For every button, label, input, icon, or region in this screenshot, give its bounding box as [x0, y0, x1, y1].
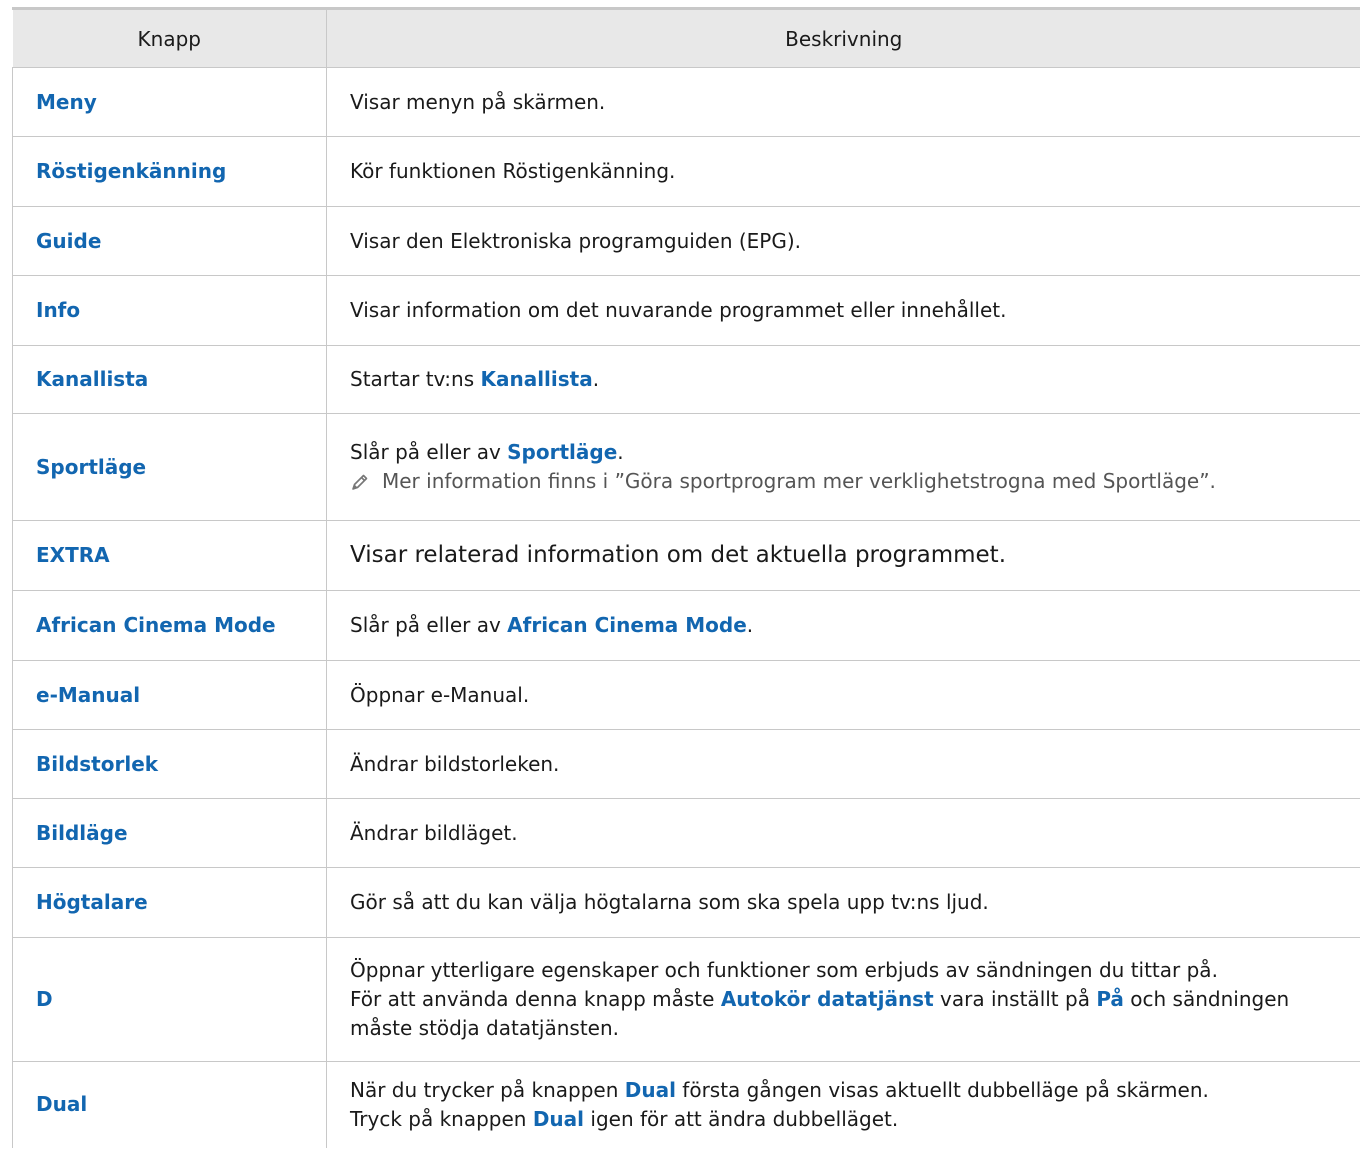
- row-desc: Gör så att du kan välja högtalarna som s…: [326, 867, 1360, 938]
- desc-line: Öppnar ytterligare egenskaper och funkti…: [350, 958, 1218, 982]
- row-key-info: Info: [12, 275, 327, 346]
- row-desc: Slår på eller av Sportläge. Mer informat…: [326, 413, 1360, 521]
- desc-line: För att använda denna knapp måste Autokö…: [350, 985, 1360, 1014]
- table-row: Guide Visar den Elektroniska programguid…: [12, 206, 1360, 276]
- row-key-guide: Guide: [12, 206, 327, 276]
- page: Knapp Beskrivning Meny Visar menyn på sk…: [0, 0, 1360, 1158]
- table-row: Kanallista Startar tv:ns Kanallista.: [12, 345, 1360, 414]
- desc-keyword: Dual: [624, 1077, 676, 1102]
- pencil-icon: [352, 474, 368, 490]
- table-row: Info Visar information om det nuvarande …: [12, 275, 1360, 346]
- row-desc: Kör funktionen Röstigenkänning.: [326, 136, 1360, 207]
- desc-text: och sändningen: [1123, 987, 1290, 1011]
- row-key-rostigenkanning: Röstigenkänning: [12, 136, 327, 207]
- row-desc: Ändrar bildstorleken.: [326, 729, 1360, 799]
- row-desc: Startar tv:ns Kanallista.: [326, 345, 1360, 414]
- row-key-bildlage: Bildläge: [12, 798, 327, 868]
- desc-line: När du trycker på knappen Dual första gå…: [350, 1076, 1360, 1105]
- desc-text: .: [617, 440, 624, 464]
- row-desc: Visar den Elektroniska programguiden (EP…: [326, 206, 1360, 276]
- desc-text: Tryck på knappen: [350, 1106, 533, 1131]
- desc-text: första gången visas aktuellt dubbelläge …: [675, 1077, 1209, 1102]
- table-row: Högtalare Gör så att du kan välja högtal…: [12, 867, 1360, 938]
- row-key-extra: EXTRA: [12, 520, 327, 591]
- table-header-row: Knapp Beskrivning: [12, 10, 1360, 68]
- button-description-table: Knapp Beskrivning Meny Visar menyn på sk…: [12, 10, 1360, 1148]
- desc-keyword: På: [1096, 987, 1124, 1011]
- row-desc: Visar menyn på skärmen.: [326, 67, 1360, 137]
- header-knapp: Knapp: [12, 10, 327, 68]
- row-desc: Öppnar ytterligare egenskaper och funkti…: [326, 937, 1360, 1062]
- row-desc: Visar information om det nuvarande progr…: [326, 275, 1360, 346]
- desc-text: igen för att ändra dubbelläget.: [584, 1106, 899, 1131]
- table-row: Bildstorlek Ändrar bildstorleken.: [12, 729, 1360, 799]
- row-key-sportlage: Sportläge: [12, 413, 327, 521]
- desc-keyword: African Cinema Mode: [507, 613, 747, 637]
- row-key-meny: Meny: [12, 67, 327, 137]
- desc-line: Tryck på knappen Dual igen för att ändra…: [350, 1105, 1360, 1134]
- desc-text: Slår på eller av: [350, 613, 508, 637]
- desc-keyword: Kanallista: [480, 367, 593, 391]
- desc-text: vara inställt på: [933, 987, 1097, 1011]
- desc-keyword: Autokör datatjänst: [720, 987, 934, 1011]
- table-row: EXTRA Visar relaterad information om det…: [12, 520, 1360, 591]
- row-key-dual: Dual: [12, 1061, 327, 1148]
- row-key-kanallista: Kanallista: [12, 345, 327, 414]
- desc-text: När du trycker på knappen: [350, 1077, 625, 1102]
- desc-keyword: Sportläge: [507, 440, 618, 464]
- desc-text: För att använda denna knapp måste: [350, 987, 721, 1011]
- desc-text: Startar tv:ns: [350, 367, 481, 391]
- desc-line: måste stödja datatjänsten.: [350, 1016, 620, 1040]
- table-row: Meny Visar menyn på skärmen.: [12, 67, 1360, 137]
- row-key-hogtalare: Högtalare: [12, 867, 327, 938]
- table-row: African Cinema Mode Slår på eller av Afr…: [12, 590, 1360, 661]
- desc-keyword: Dual: [532, 1106, 585, 1131]
- table-row: Sportläge Slår på eller av Sportläge. Me…: [12, 413, 1360, 521]
- row-key-d: D: [12, 937, 327, 1062]
- row-desc: När du trycker på knappen Dual första gå…: [326, 1061, 1360, 1148]
- row-desc: Ändrar bildläget.: [326, 798, 1360, 868]
- desc-text: Slår på eller av: [350, 440, 508, 464]
- desc-text: .: [746, 613, 754, 637]
- table-row: Dual När du trycker på knappen Dual förs…: [12, 1061, 1360, 1148]
- note-line: Mer information finns i ”Göra sportprogr…: [350, 467, 1360, 496]
- row-key-bildstorlek: Bildstorlek: [12, 729, 327, 799]
- desc-text: .: [592, 367, 600, 391]
- table-row: Röstigenkänning Kör funktionen Röstigenk…: [12, 136, 1360, 207]
- row-key-e-manual: e-Manual: [12, 660, 327, 730]
- row-desc: Öppnar e-Manual.: [326, 660, 1360, 730]
- table-row: D Öppnar ytterligare egenskaper och funk…: [12, 937, 1360, 1062]
- row-desc: Slår på eller av African Cinema Mode.: [326, 590, 1360, 661]
- row-desc: Visar relaterad information om det aktue…: [326, 520, 1360, 591]
- row-key-african-cinema-mode: African Cinema Mode: [12, 590, 327, 661]
- table-row: e-Manual Öppnar e-Manual.: [12, 660, 1360, 730]
- header-beskrivning: Beskrivning: [326, 10, 1360, 68]
- note-text: Mer information finns i ”Göra sportprogr…: [382, 469, 1216, 493]
- table-row: Bildläge Ändrar bildläget.: [12, 798, 1360, 868]
